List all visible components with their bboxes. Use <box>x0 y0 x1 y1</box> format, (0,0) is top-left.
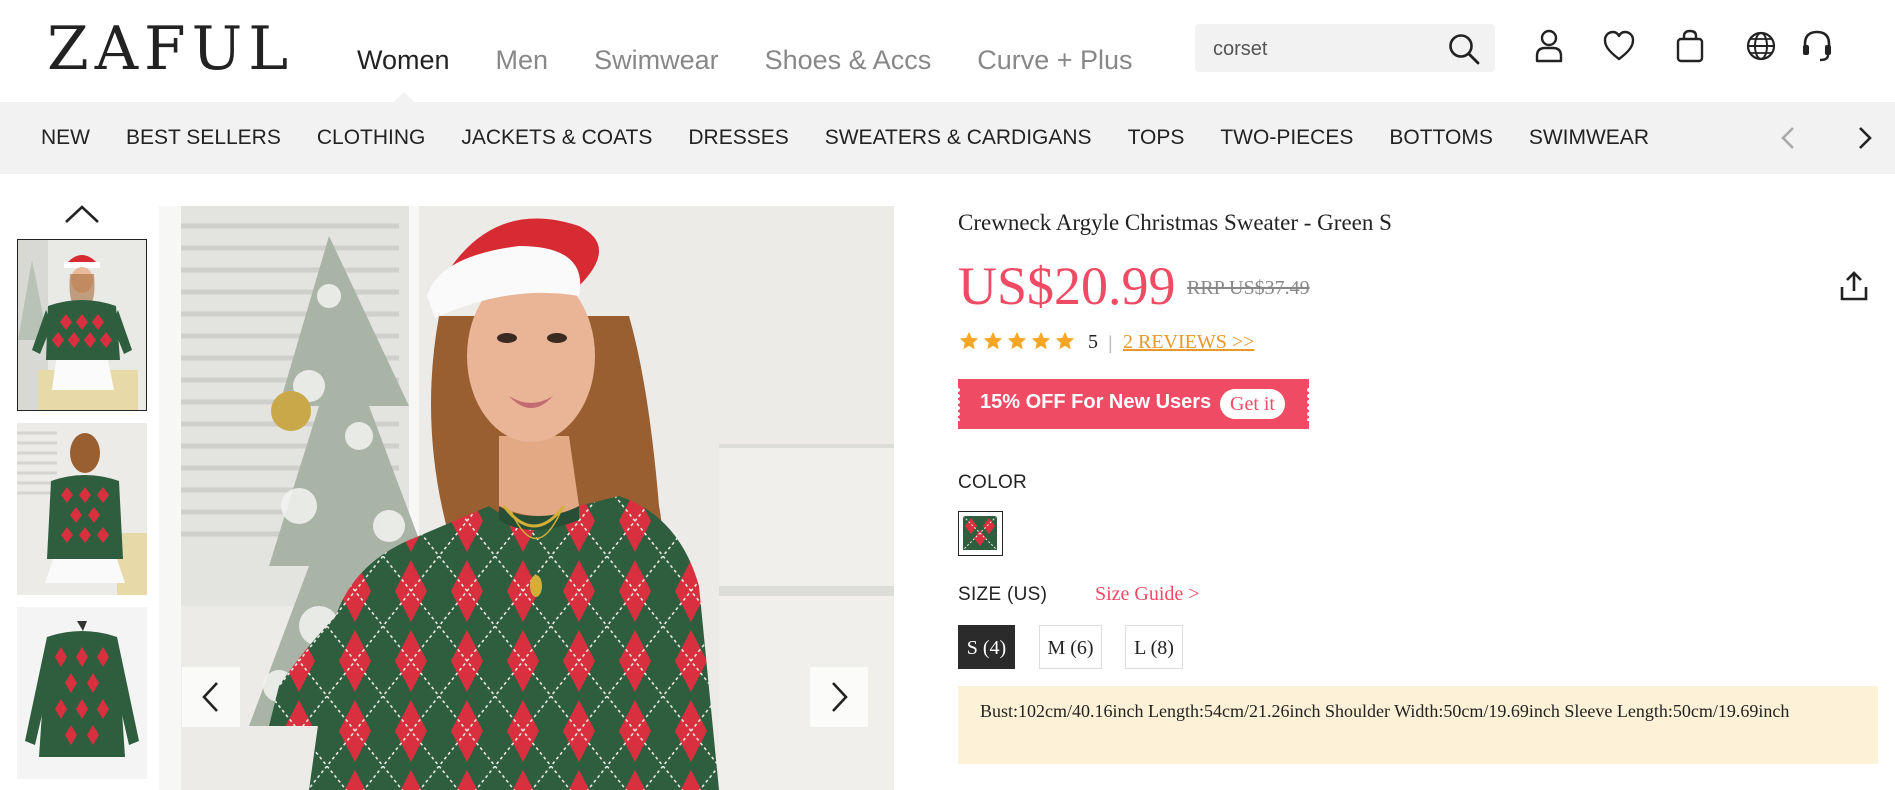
category-bottoms[interactable]: BOTTOMS <box>1389 126 1492 150</box>
color-swatch-green[interactable] <box>958 511 1003 556</box>
category-prev-arrow-icon[interactable] <box>1775 124 1803 152</box>
category-sweaters-cardigans[interactable]: SWEATERS & CARDIGANS <box>825 126 1092 150</box>
share-icon[interactable] <box>1838 270 1870 302</box>
new-user-promo-banner[interactable]: 15% OFF For New Users Get it <box>956 379 1311 429</box>
product-rrp: RRP US$37.49 <box>1187 277 1310 299</box>
size-guide-link[interactable]: Size Guide > <box>1095 583 1200 606</box>
category-best-sellers[interactable]: BEST SELLERS <box>126 126 281 150</box>
star-icon <box>1031 331 1051 350</box>
wishlist-icon[interactable] <box>1602 28 1636 64</box>
search-box <box>1195 24 1495 72</box>
star-icon <box>1007 331 1027 350</box>
chevron-right-icon <box>832 682 848 712</box>
size-label: SIZE (US) <box>958 584 1048 605</box>
size-measurements-box: Bust:102cm/40.16inch Length:54cm/21.26in… <box>958 686 1878 764</box>
image-next-button[interactable] <box>810 667 868 727</box>
nav-swimwear[interactable]: Swimwear <box>594 40 719 80</box>
rating-stars <box>958 330 1076 352</box>
top-nav: Women Men Swimwear Shoes & Accs Curve + … <box>357 40 1133 80</box>
star-icon <box>1055 331 1075 350</box>
nav-shoes-accs[interactable]: Shoes & Accs <box>765 40 932 80</box>
category-list: NEW BEST SELLERS CLOTHING JACKETS & COAT… <box>41 102 1649 174</box>
promo-get-it-button[interactable]: Get it <box>1220 389 1285 419</box>
size-option-l[interactable]: L (8) <box>1125 625 1183 669</box>
promo-text: 15% OFF For New Users <box>980 391 1212 413</box>
rating-separator: | <box>1108 333 1113 353</box>
account-icon[interactable] <box>1533 28 1565 64</box>
star-icon <box>959 331 979 350</box>
active-nav-caret <box>394 92 414 102</box>
category-new[interactable]: NEW <box>41 126 90 150</box>
category-two-pieces[interactable]: TWO-PIECES <box>1220 126 1353 150</box>
category-next-arrow-icon[interactable] <box>1850 124 1878 152</box>
color-label: COLOR <box>958 472 1028 493</box>
thumbnail-3[interactable] <box>17 607 147 779</box>
chevron-left-icon <box>202 682 218 712</box>
thumbnail-up-chevron-icon[interactable] <box>62 200 102 228</box>
category-jackets-coats[interactable]: JACKETS & COATS <box>461 126 652 150</box>
zaful-logo[interactable]: ZAFUL <box>47 14 294 84</box>
search-input[interactable] <box>1211 32 1435 66</box>
category-clothing[interactable]: CLOTHING <box>317 126 426 150</box>
nav-men[interactable]: Men <box>496 40 549 80</box>
thumbnail-2[interactable] <box>17 423 147 595</box>
image-prev-button[interactable] <box>182 667 240 727</box>
category-dresses[interactable]: DRESSES <box>688 126 788 150</box>
support-headset-icon[interactable] <box>1800 28 1834 64</box>
category-swimwear[interactable]: SWIMWEAR <box>1529 126 1649 150</box>
reviews-link[interactable]: 2 REVIEWS >> <box>1123 331 1254 354</box>
thumbnail-1[interactable] <box>17 239 147 411</box>
star-icon <box>983 331 1003 350</box>
main-product-image[interactable] <box>159 206 894 790</box>
globe-icon[interactable] <box>1745 28 1777 64</box>
promo-right-notch <box>1307 387 1311 421</box>
rating-value: 5 <box>1088 331 1098 353</box>
size-measurements-text: Bust:102cm/40.16inch Length:54cm/21.26in… <box>980 701 1790 721</box>
size-option-s[interactable]: S (4) <box>958 625 1015 669</box>
size-option-m[interactable]: M (6) <box>1039 625 1102 669</box>
category-tops[interactable]: TOPS <box>1128 126 1185 150</box>
nav-women[interactable]: Women <box>357 40 450 80</box>
site-header: ZAFUL Women Men Swimwear Shoes & Accs Cu… <box>0 0 1895 102</box>
search-icon[interactable] <box>1447 32 1481 66</box>
promo-left-notch <box>956 387 960 421</box>
nav-curve-plus[interactable]: Curve + Plus <box>977 40 1132 80</box>
category-bar: NEW BEST SELLERS CLOTHING JACKETS & COAT… <box>0 102 1895 174</box>
product-title: Crewneck Argyle Christmas Sweater - Gree… <box>958 210 1392 235</box>
bag-icon[interactable] <box>1674 28 1706 64</box>
product-price: US$20.99 <box>958 256 1176 316</box>
